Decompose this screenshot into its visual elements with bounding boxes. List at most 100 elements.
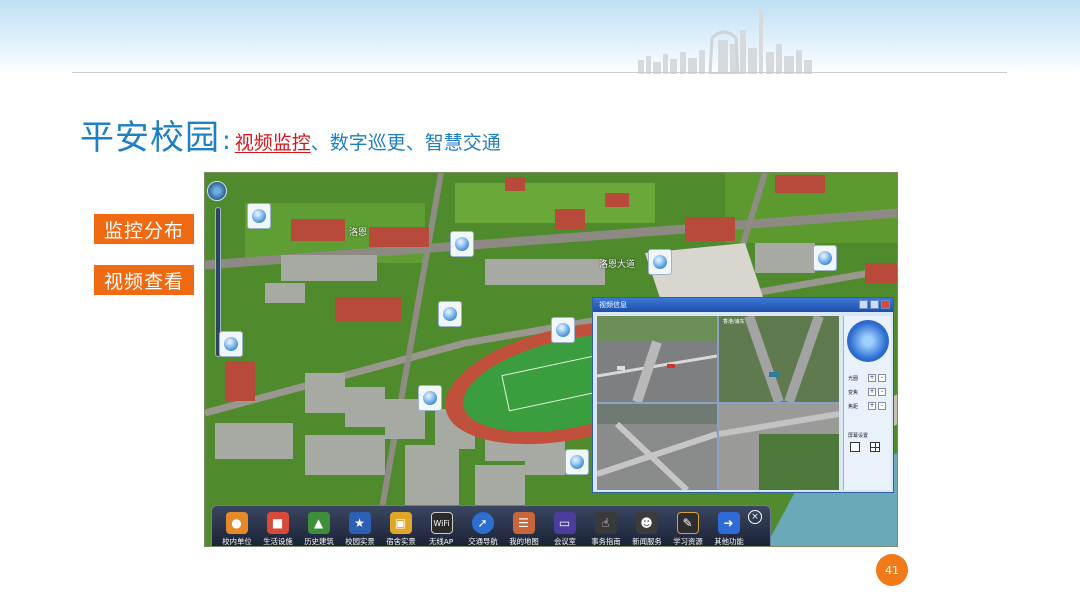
- ptz-row-focus: 焦距 + -: [848, 402, 886, 410]
- tree-icon: ▲: [307, 512, 330, 534]
- video-feed[interactable]: [719, 404, 839, 490]
- ptz-direction-wheel[interactable]: [847, 320, 889, 362]
- ptz-control-panel: 光圈 + - 变焦 + - 焦距 + - 屏幕设置: [843, 316, 891, 490]
- camera-pin[interactable]: [450, 231, 474, 257]
- camera-pin[interactable]: [813, 245, 837, 271]
- video-info-window: 视频信息 香港/浦东 光圈 + - 变焦 + - 焦距 + - 屏幕设置: [592, 297, 894, 493]
- video-window-titlebar[interactable]: 视频信息: [593, 298, 893, 312]
- compass-icon[interactable]: [207, 181, 227, 201]
- camera-icon: [443, 307, 457, 321]
- toolbar-item-wifi-ap[interactable]: WiFi 无线AP: [421, 512, 462, 546]
- store-icon: ■: [266, 512, 289, 534]
- toolbar-item-dorm-scenes[interactable]: ▣ 宿舍实景: [380, 512, 421, 546]
- camera-pin[interactable]: [551, 317, 575, 343]
- camera-pin[interactable]: [438, 301, 462, 327]
- monitor-icon: ▭: [553, 512, 576, 534]
- toolbar-label: 学习资源: [672, 537, 703, 546]
- window-controls: [859, 300, 890, 309]
- wifi-icon: WiFi: [430, 512, 453, 534]
- camera-icon: [455, 237, 469, 251]
- badge-icon: ★: [348, 512, 371, 534]
- camera-icon: [252, 209, 266, 223]
- toolbar-label: 交通导航: [467, 537, 498, 546]
- feed-stamp: 香港/浦东: [723, 319, 745, 325]
- maximize-icon[interactable]: [870, 300, 879, 309]
- camera-pin[interactable]: [247, 203, 271, 229]
- toolbar-item-learning-resources[interactable]: ✎ 学习资源: [667, 512, 708, 546]
- toolbar-item-meeting-room[interactable]: ▭ 会议室: [544, 512, 585, 546]
- toolbar-label: 会议室: [553, 537, 576, 546]
- photo-icon: ▣: [389, 512, 412, 534]
- ptz-label: 焦距: [848, 403, 859, 410]
- minus-button[interactable]: -: [878, 374, 886, 382]
- title-separator: :: [222, 126, 231, 156]
- toolbar-item-campus-units[interactable]: ● 校内单位: [216, 512, 257, 546]
- campus-map-screenshot: 洛恩 洛恩大道 视频信息 香港/浦东 光圈 + - 变焦 + - 焦距 + - …: [204, 172, 898, 547]
- person-icon: ☻: [635, 512, 658, 534]
- toolbar-item-traffic-nav[interactable]: ➚ 交通导航: [462, 512, 503, 546]
- minus-button[interactable]: -: [878, 388, 886, 396]
- video-feed[interactable]: [597, 316, 717, 402]
- title-other-topics: 、数字巡更、智慧交通: [310, 132, 501, 154]
- camera-icon: [653, 255, 667, 269]
- ptz-row-iris: 光圈 + -: [848, 374, 886, 382]
- arrow-right-icon: ➜: [717, 512, 740, 534]
- toolbar-label: 我的地图: [508, 537, 539, 546]
- toolbar-label: 新闻服务: [631, 537, 662, 546]
- video-view-button[interactable]: 视频查看: [94, 265, 194, 295]
- close-icon[interactable]: [881, 300, 890, 309]
- title-active-topic[interactable]: 视频监控: [235, 128, 311, 155]
- plus-button[interactable]: +: [868, 388, 876, 396]
- camera-icon: [818, 251, 832, 265]
- toolbar-label: 校内单位: [221, 537, 252, 546]
- minimize-icon[interactable]: [859, 300, 868, 309]
- header-divider: [72, 72, 1007, 73]
- quad-screen-toggle[interactable]: [870, 442, 880, 452]
- camera-icon: [556, 323, 570, 337]
- header-band: [0, 0, 1080, 74]
- page-number-badge: 41: [876, 554, 908, 586]
- camera-icon: [423, 391, 437, 405]
- toolbar-item-my-map[interactable]: ☰ 我的地图: [503, 512, 544, 546]
- ptz-row-zoom: 变焦 + -: [848, 388, 886, 396]
- toolbar-label: 生活设施: [262, 537, 293, 546]
- road-label: 洛恩: [349, 228, 368, 238]
- monitor-distribution-button[interactable]: 监控分布: [94, 214, 194, 244]
- camera-pin[interactable]: [418, 385, 442, 411]
- toolbar-label: 事务指南: [590, 537, 621, 546]
- minus-button[interactable]: -: [878, 402, 886, 410]
- road-label: 洛恩大道: [599, 260, 636, 270]
- map-function-toolbar: ● 校内单位 ■ 生活设施 ▲ 历史建筑 ★ 校园实景 ▣ 宿舍实景 WiFi …: [211, 505, 771, 546]
- plus-button[interactable]: +: [868, 374, 876, 382]
- video-feed-grid: 香港/浦东: [597, 316, 839, 490]
- chalkboard-icon: ✎: [676, 512, 699, 534]
- toolbar-label: 历史建筑: [303, 537, 334, 546]
- video-window-title: 视频信息: [599, 301, 627, 309]
- toolbar-item-historic-buildings[interactable]: ▲ 历史建筑: [298, 512, 339, 546]
- camera-pin[interactable]: [219, 331, 243, 357]
- toolbar-label: 无线AP: [429, 537, 454, 546]
- compass-icon: ➚: [471, 512, 494, 534]
- hand-pointer-icon: ☝: [594, 512, 617, 534]
- people-icon: ●: [225, 512, 248, 534]
- single-screen-toggle[interactable]: [850, 442, 860, 452]
- camera-icon: [224, 337, 238, 351]
- toolbar-item-campus-scenes[interactable]: ★ 校园实景: [339, 512, 380, 546]
- toolbar-item-news-service[interactable]: ☻ 新闻服务: [626, 512, 667, 546]
- camera-pin[interactable]: [565, 449, 589, 475]
- camera-pin[interactable]: [648, 249, 672, 275]
- toolbar-label: 宿舍实景: [385, 537, 416, 546]
- toolbar-label: 其他功能: [713, 537, 744, 546]
- toolbar-item-other-functions[interactable]: ➜ 其他功能: [708, 512, 749, 546]
- toolbar-item-affairs-guide[interactable]: ☝ 事务指南: [585, 512, 626, 546]
- video-feed[interactable]: 香港/浦东: [719, 316, 839, 402]
- screen-split-label: 屏幕设置: [848, 433, 869, 439]
- ptz-label: 光圈: [848, 375, 859, 382]
- toolbar-label: 校园实景: [344, 537, 375, 546]
- toolbar-item-living-facilities[interactable]: ■ 生活设施: [257, 512, 298, 546]
- video-feed[interactable]: [597, 404, 717, 490]
- map-icon: ☰: [512, 512, 535, 534]
- plus-button[interactable]: +: [868, 402, 876, 410]
- page-title: 平安校园 : 视频监控 、数字巡更、智慧交通: [80, 110, 501, 159]
- toolbar-close-icon[interactable]: ×: [748, 510, 762, 524]
